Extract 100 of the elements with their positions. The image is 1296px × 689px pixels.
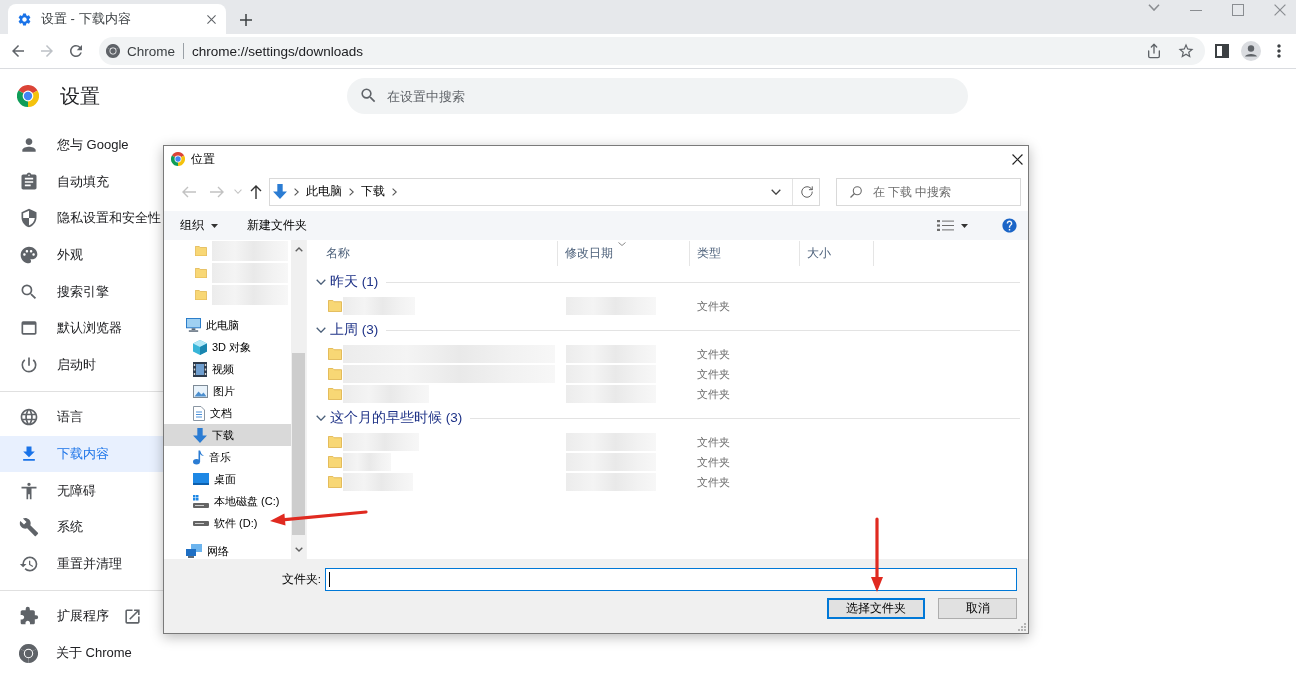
side-panel-icon[interactable] [1215,44,1229,58]
nav-item[interactable]: 网络 [164,540,232,559]
dialog-button[interactable]: 取消 [938,598,1017,619]
nav-item[interactable]: 视频 [164,358,237,380]
nav-item[interactable]: 图片 [164,380,238,402]
dialog-title: 位置 [191,150,215,168]
document-icon [193,405,205,421]
group-label: 这个月的早些时候 (3) [330,409,463,427]
sidebar-item[interactable]: 无障碍 [0,472,163,509]
sidebar-item[interactable]: 搜索引擎 [0,273,163,310]
monitor-icon [186,318,201,332]
sidebar-item[interactable]: 下载内容 [0,435,163,473]
caret-icon[interactable] [961,223,968,228]
scroll-thumb[interactable] [292,353,305,535]
scrollbar[interactable] [291,240,306,559]
group-label: 昨天 (1) [330,273,379,291]
folder-icon [195,245,207,257]
chevron-down-icon[interactable] [771,188,781,195]
star-icon[interactable] [1177,42,1195,60]
column-header[interactable]: 修改日期 [558,241,690,266]
share-icon[interactable] [1146,43,1162,59]
sidebar-item[interactable]: 外观 [0,236,163,274]
nav-item[interactable]: 文档 [164,402,235,424]
scroll-down-icon[interactable] [294,547,303,552]
folder-icon [328,300,342,312]
search-field[interactable]: 在 下载 中搜索 [836,177,1021,206]
profile-avatar-icon[interactable] [1241,41,1261,61]
caret-icon[interactable] [211,223,218,228]
folder-icon [195,289,207,301]
nav-item[interactable]: 桌面 [164,468,239,490]
sidebar-item[interactable]: 关于 Chrome [0,634,163,672]
scroll-up-icon[interactable] [294,247,303,252]
file-type: 文件夹 [697,386,730,402]
external-link-icon[interactable] [123,606,142,626]
search-icon [359,86,378,105]
file-type: 文件夹 [697,434,730,450]
nav-item[interactable]: 下载 [164,424,291,446]
folder-input[interactable] [325,568,1017,591]
file-type: 文件夹 [697,346,730,362]
site-label: Chrome [127,43,175,59]
sidebar-item[interactable]: 默认浏览器 [0,309,163,347]
shield-icon [19,208,39,229]
globe-icon [19,407,39,428]
search-icon [850,185,862,198]
clipboard-icon [19,171,39,192]
redacted-label [343,297,415,315]
folder-icon [328,388,342,400]
nav-item[interactable]: 此电脑 [164,314,242,336]
column-header[interactable]: 大小 [800,241,874,266]
sidebar-item[interactable]: 语言 [0,399,163,436]
help-icon[interactable] [1001,217,1018,234]
sidebar-item[interactable]: 隐私设置和安全性 [0,200,163,237]
nav-item[interactable]: 3D 对象 [164,336,255,358]
sidebar-item[interactable]: 自动填充 [0,163,163,201]
download-arrow-icon [273,184,287,199]
dialog-button[interactable]: 选择文件夹 [827,598,925,619]
address-field[interactable]: 此电脑 下载 [269,177,820,206]
sidebar-item[interactable]: 启动时 [0,346,163,384]
sidebar-item[interactable]: 扩展程序 [0,598,163,635]
refresh-icon[interactable] [800,184,814,199]
address-bar[interactable]: Chrome chrome://settings/downloads [99,37,1205,65]
sort-caret-icon [618,242,626,246]
resize-grip-icon[interactable] [1018,623,1026,631]
organize-button[interactable]: 组织 [180,218,218,233]
chevron-down-icon[interactable] [316,327,326,333]
new-folder-button[interactable]: 新建文件夹 [247,218,307,233]
search-field[interactable]: 在设置中搜索 [347,78,968,114]
nav-item[interactable]: 本地磁盘 (C:) [164,490,283,512]
column-header[interactable]: 类型 [690,241,800,266]
nav-item[interactable]: 软件 (D:) [164,512,261,534]
nav-item[interactable]: 音乐 [164,446,234,468]
up-arrow-icon[interactable] [250,184,262,199]
chevron-down-icon[interactable] [316,415,326,421]
picture-icon [193,384,208,398]
breadcrumb-item[interactable]: 此电脑 [306,184,342,199]
file-type: 文件夹 [697,366,730,382]
browser-tab[interactable]: 设置 - 下载内容 [8,4,226,34]
chevron-right-icon [392,187,397,196]
column-header[interactable]: 名称 [307,241,558,266]
sidebar-item[interactable]: 您与 Google [0,127,163,164]
cube-icon [193,339,207,355]
chrome-logo-icon [17,85,39,107]
wrench-icon [19,517,39,538]
chrome-logo-icon [19,643,38,663]
desktop-icon [193,473,209,485]
download-arrow-icon [193,427,207,443]
maximize-icon[interactable] [1232,4,1244,16]
view-options-icon[interactable] [937,220,954,231]
drive-icon [193,520,209,526]
plus-icon[interactable] [240,14,252,26]
reload-icon[interactable] [67,42,85,60]
page-title: 设置 [60,83,100,109]
sidebar-item[interactable]: 系统 [0,508,163,546]
folder-icon [328,476,342,488]
breadcrumb-item[interactable]: 下载 [361,184,385,199]
chevron-right-icon [349,187,354,196]
sidebar-item[interactable]: 重置并清理 [0,545,163,583]
chevron-down-icon[interactable] [316,279,326,285]
folder-icon [328,348,342,360]
close-icon[interactable] [1012,153,1023,165]
